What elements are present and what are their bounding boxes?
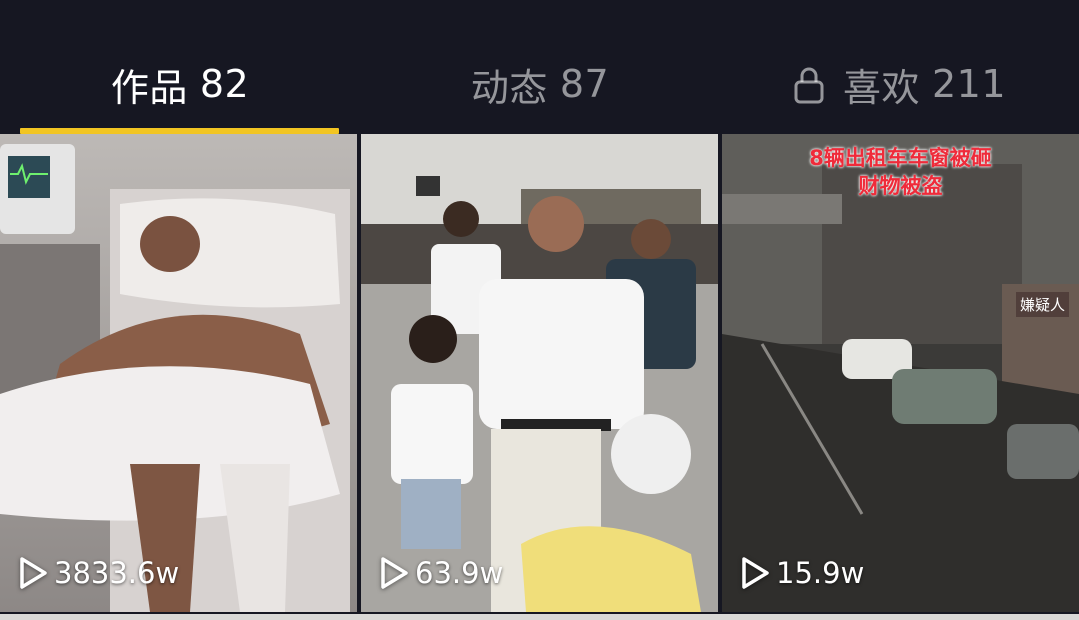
- tab-dynamic-label: 动态: [470, 65, 548, 110]
- next-row-thumbnails: [0, 614, 1079, 620]
- play-icon: [742, 557, 769, 589]
- video-3-overlay-line-2: 财物被盗: [858, 174, 943, 198]
- thumbnail-image-crowd: [361, 134, 718, 612]
- video-3-overlay-line-1: 8辆出租车车窗被砸: [809, 146, 992, 170]
- play-icon: [20, 557, 47, 589]
- play-icon: [381, 557, 408, 589]
- thumbnail-image-hospital: [0, 134, 357, 612]
- profile-tab-bar: 作品 82 动态 87 喜欢 211: [0, 0, 1079, 134]
- video-grid: 3833.6w 63.9w 8辆出租车车窗被砸 财物被盗 嫌疑人 15.9w: [0, 134, 1079, 620]
- tab-likes[interactable]: 喜欢 211: [720, 54, 1079, 114]
- suspect-label: 嫌疑人: [1015, 292, 1069, 317]
- video-thumbnail-1[interactable]: 3833.6w: [0, 134, 357, 612]
- tab-likes-label: 喜欢: [842, 65, 920, 110]
- tab-dynamic[interactable]: 动态 87: [360, 54, 720, 114]
- tab-likes-count: 211: [931, 62, 1007, 106]
- play-count-3-value: 15.9w: [776, 556, 865, 590]
- tab-dynamic-count: 87: [559, 62, 610, 106]
- play-count-1-value: 3833.6w: [54, 556, 180, 590]
- thumbnail-image-street: [722, 134, 1079, 612]
- play-count-1: 3833.6w: [18, 556, 179, 590]
- play-count-2-value: 63.9w: [415, 556, 504, 590]
- lock-icon: [794, 67, 824, 104]
- tab-works-label: 作品: [110, 65, 188, 110]
- tab-works-count: 82: [199, 62, 250, 106]
- video-thumbnail-3[interactable]: 8辆出租车车窗被砸 财物被盗 嫌疑人 15.9w: [722, 134, 1079, 612]
- play-count-2: 63.9w: [379, 556, 503, 590]
- video-thumbnail-2[interactable]: 63.9w: [361, 134, 718, 612]
- tab-works[interactable]: 作品 82: [0, 54, 360, 114]
- play-count-3: 15.9w: [740, 556, 864, 590]
